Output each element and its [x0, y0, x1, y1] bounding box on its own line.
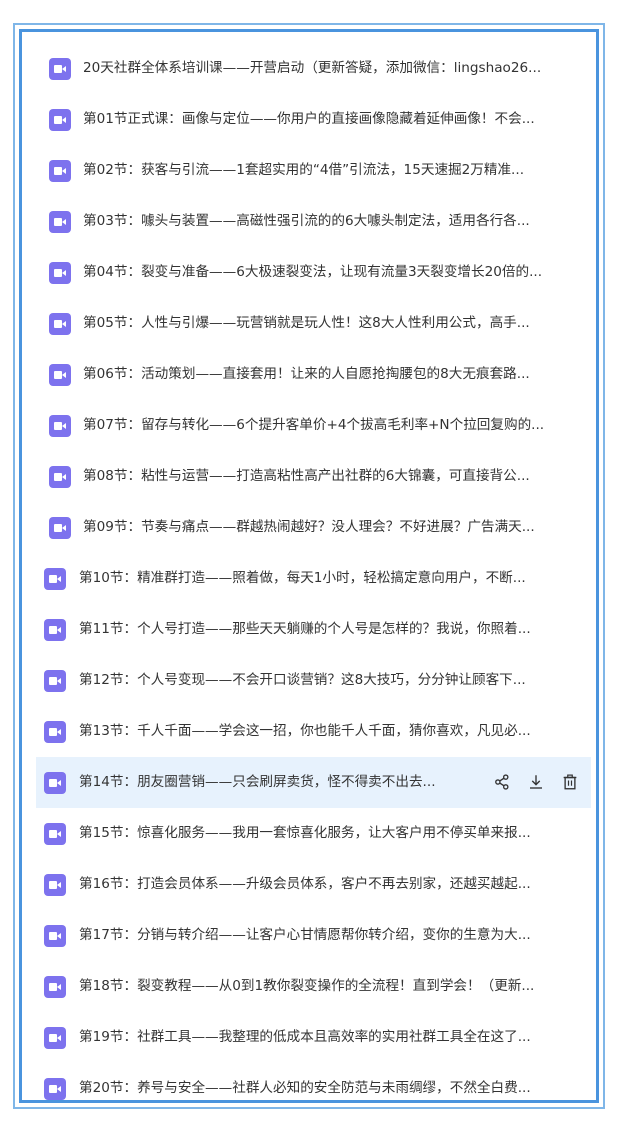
- lesson-title: 第16节：打造会员体系——升级会员体系，客户不再去别家，还越买越起...: [79, 876, 531, 892]
- lesson-title: 第08节：粘性与运营——打造高粘性高产出社群的6大锦囊，可直接背公...: [83, 468, 530, 484]
- video-file-icon: [49, 160, 71, 182]
- video-file-icon: [44, 772, 66, 794]
- lesson-title: 20天社群全体系培训课——开营启动（更新答疑，添加微信：lingshao26..…: [83, 60, 542, 76]
- lesson-title: 第15节：惊喜化服务——我用一套惊喜化服务，让大客户用不停买单来报...: [79, 825, 531, 841]
- video-file-icon: [44, 721, 66, 743]
- share-button[interactable]: [491, 771, 513, 793]
- lesson-title: 第19节：社群工具——我整理的低成本且高效率的实用社群工具全在这了...: [79, 1029, 531, 1045]
- lesson-title: 第06节：活动策划——直接套用！让来的人自愿抢掏腰包的8大无痕套路...: [83, 366, 530, 382]
- list-item[interactable]: 第11节：个人号打造——那些天天躺赚的个人号是怎样的？我说，你照着...: [22, 604, 596, 655]
- list-item[interactable]: 第18节：裂变教程——从0到1教你裂变操作的全流程！直到学会！（更新...: [22, 961, 596, 1012]
- video-file-icon: [49, 211, 71, 233]
- video-file-icon: [49, 262, 71, 284]
- list-item[interactable]: 第15节：惊喜化服务——我用一套惊喜化服务，让大客户用不停买单来报...: [22, 808, 596, 859]
- video-file-icon: [49, 466, 71, 488]
- list-item[interactable]: 第02节：获客与引流——1套超实用的“4借”引流法，15天速掘2万精准...: [22, 145, 596, 196]
- list-item[interactable]: 第07节：留存与转化——6个提升客单价+4个拔高毛利率+N个拉回复购的...: [22, 400, 596, 451]
- share-icon: [495, 774, 509, 790]
- lesson-title: 第18节：裂变教程——从0到1教你裂变操作的全流程！直到学会！（更新...: [79, 978, 535, 994]
- video-file-icon: [49, 517, 71, 539]
- list-item[interactable]: 20天社群全体系培训课——开营启动（更新答疑，添加微信：lingshao26..…: [22, 43, 596, 94]
- lesson-list: 20天社群全体系培训课——开营启动（更新答疑，添加微信：lingshao26..…: [22, 43, 596, 1114]
- lesson-title: 第10节：精准群打造——照着做，每天1小时，轻松搞定意向用户，不断...: [79, 570, 526, 586]
- list-item[interactable]: 第20节：养号与安全——社群人必知的安全防范与未雨绸缪，不然全白费...: [22, 1063, 596, 1114]
- list-item[interactable]: 第01节正式课：画像与定位——你用户的直接画像隐藏着延伸画像！不会...: [22, 94, 596, 145]
- lesson-title: 第02节：获客与引流——1套超实用的“4借”引流法，15天速掘2万精准...: [83, 162, 525, 178]
- lesson-title: 第09节：节奏与痛点——群越热闹越好？没人理会？不好进展？广告满天...: [83, 519, 535, 535]
- video-file-icon: [44, 976, 66, 998]
- list-item[interactable]: 第19节：社群工具——我整理的低成本且高效率的实用社群工具全在这了...: [22, 1012, 596, 1063]
- video-file-icon: [44, 823, 66, 845]
- video-file-icon: [49, 415, 71, 437]
- list-item[interactable]: 第04节：裂变与准备——6大极速裂变法，让现有流量3天裂变增长20倍的...: [22, 247, 596, 298]
- video-file-icon: [49, 109, 71, 131]
- trash-icon: [563, 774, 577, 790]
- list-item[interactable]: 第16节：打造会员体系——升级会员体系，客户不再去别家，还越买越起...: [22, 859, 596, 910]
- video-file-icon: [44, 1078, 66, 1100]
- list-item[interactable]: 第06节：活动策划——直接套用！让来的人自愿抢掏腰包的8大无痕套路...: [22, 349, 596, 400]
- delete-button[interactable]: [559, 771, 581, 793]
- list-item[interactable]: 第10节：精准群打造——照着做，每天1小时，轻松搞定意向用户，不断...: [22, 553, 596, 604]
- video-file-icon: [44, 670, 66, 692]
- list-item[interactable]: 第17节：分销与转介绍——让客户心甘情愿帮你转介绍，变你的生意为大...: [22, 910, 596, 961]
- video-file-icon: [49, 313, 71, 335]
- download-button[interactable]: [525, 771, 547, 793]
- video-file-icon: [49, 364, 71, 386]
- lesson-title: 第13节：千人千面——学会这一招，你也能千人千面，猜你喜欢，凡见必...: [79, 723, 531, 739]
- list-item[interactable]: 第05节：人性与引爆——玩营销就是玩人性！这8大人性利用公式，高手...: [22, 298, 596, 349]
- lesson-title: 第07节：留存与转化——6个提升客单价+4个拔高毛利率+N个拉回复购的...: [83, 417, 545, 433]
- lesson-title: 第20节：养号与安全——社群人必知的安全防范与未雨绸缪，不然全白费...: [79, 1080, 531, 1096]
- lesson-title: 第03节：噱头与装置——高磁性强引流的的6大噱头制定法，适用各行各...: [83, 213, 530, 229]
- list-item[interactable]: 第08节：粘性与运营——打造高粘性高产出社群的6大锦囊，可直接背公...: [22, 451, 596, 502]
- list-frame-inner: 20天社群全体系培训课——开营启动（更新答疑，添加微信：lingshao26..…: [19, 29, 599, 1103]
- list-item[interactable]: 第12节：个人号变现——不会开口谈营销？这8大技巧，分分钟让顾客下...: [22, 655, 596, 706]
- list-item-hovered[interactable]: 第14节：朋友圈营销——只会刷屏卖货，怪不得卖不出去...: [36, 757, 591, 808]
- lesson-title: 第05节：人性与引爆——玩营销就是玩人性！这8大人性利用公式，高手...: [83, 315, 530, 331]
- list-frame: 20天社群全体系培训课——开营启动（更新答疑，添加微信：lingshao26..…: [13, 23, 605, 1109]
- video-file-icon: [44, 619, 66, 641]
- video-file-icon: [44, 874, 66, 896]
- lesson-title: 第11节：个人号打造——那些天天躺赚的个人号是怎样的？我说，你照着...: [79, 621, 531, 637]
- lesson-title: 第04节：裂变与准备——6大极速裂变法，让现有流量3天裂变增长20倍的...: [83, 264, 543, 280]
- video-file-icon: [44, 925, 66, 947]
- video-file-icon: [44, 568, 66, 590]
- video-file-icon: [44, 1027, 66, 1049]
- list-item[interactable]: 第09节：节奏与痛点——群越热闹越好？没人理会？不好进展？广告满天...: [22, 502, 596, 553]
- lesson-title: 第17节：分销与转介绍——让客户心甘情愿帮你转介绍，变你的生意为大...: [79, 927, 531, 943]
- list-item[interactable]: 第03节：噱头与装置——高磁性强引流的的6大噱头制定法，适用各行各...: [22, 196, 596, 247]
- lesson-title: 第01节正式课：画像与定位——你用户的直接画像隐藏着延伸画像！不会...: [83, 111, 535, 127]
- list-item[interactable]: 第13节：千人千面——学会这一招，你也能千人千面，猜你喜欢，凡见必...: [22, 706, 596, 757]
- lesson-title: 第12节：个人号变现——不会开口谈营销？这8大技巧，分分钟让顾客下...: [79, 672, 526, 688]
- lesson-title: 第14节：朋友圈营销——只会刷屏卖货，怪不得卖不出去...: [79, 774, 436, 790]
- row-actions: [479, 771, 581, 793]
- video-file-icon: [49, 58, 71, 80]
- download-icon: [530, 775, 542, 789]
